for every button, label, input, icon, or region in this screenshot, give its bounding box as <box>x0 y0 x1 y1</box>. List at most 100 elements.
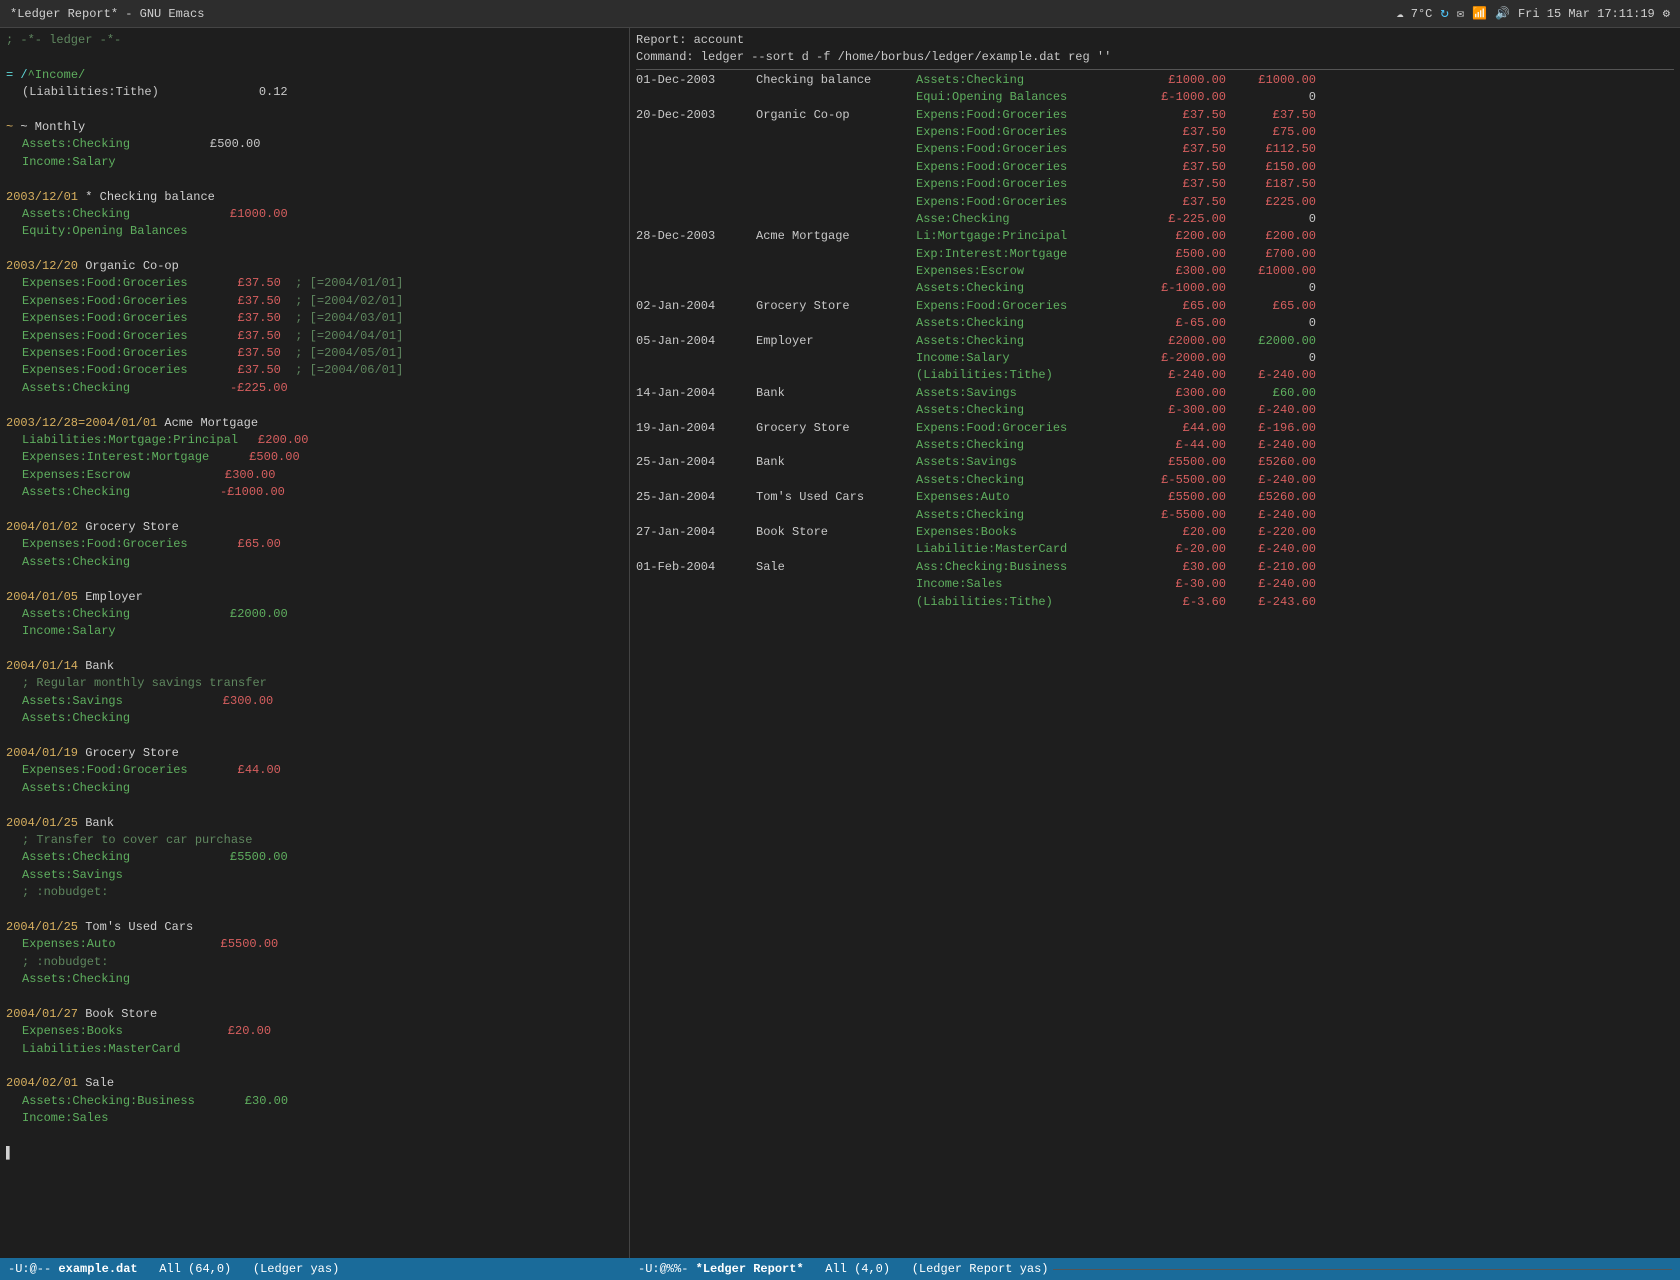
report-row: 28-Dec-2003Acme MortgageLi:Mortgage:Prin… <box>636 228 1674 245</box>
txn-sale-e1: Assets:Checking:Business £30.00 <box>6 1093 623 1110</box>
blank-line6 <box>6 502 623 519</box>
txn-grocery2-e1: Expenses:Food:Groceries £44.00 <box>6 762 623 779</box>
txn-grocery-e1: Expenses:Food:Groceries £65.00 <box>6 536 623 553</box>
txn-mortgage-e2: Expenses:Interest:Mortgage £500.00 <box>6 449 623 466</box>
report-row: Income:Salary£-2000.000 <box>636 350 1674 367</box>
report-row: Expens:Food:Groceries£37.50£187.50 <box>636 176 1674 193</box>
txn-bank-e2: Assets:Checking <box>6 710 623 727</box>
refresh-icon[interactable]: ↻ <box>1440 5 1448 22</box>
txn-employer-e2: Income:Salary <box>6 623 623 640</box>
salary-entry: Income:Salary <box>6 154 623 171</box>
left-mode: -U:@-- <box>8 1262 51 1276</box>
blank-line14 <box>6 1128 623 1145</box>
txn-2003-12-01: 2003/12/01 * Checking balance <box>6 189 623 206</box>
main-content: ; -*- ledger -*- = /^Income/ (Liabilitie… <box>0 28 1680 1258</box>
report-row: Expens:Food:Groceries£37.50£150.00 <box>636 159 1674 176</box>
statusbar-left: -U:@-- example.dat All (64,0) (Ledger ya… <box>0 1258 630 1280</box>
periodic-header: ~ ~ Monthly <box>6 119 623 136</box>
report-row: Assets:Checking£-5500.00£-240.00 <box>636 507 1674 524</box>
blank-line3 <box>6 171 623 188</box>
txn-2004-01-25-bank: 2004/01/25 Bank <box>6 815 623 832</box>
report-row: Exp:Interest:Mortgage£500.00£700.00 <box>636 246 1674 263</box>
report-row: 20-Dec-2003Organic Co-opExpens:Food:Groc… <box>636 107 1674 124</box>
txn-2003-12-01-entry1: Assets:Checking £1000.00 <box>6 206 623 223</box>
txn-bank2-e2: Assets:Savings <box>6 867 623 884</box>
tithe-entry: (Liabilities:Tithe) 0.12 <box>6 84 623 101</box>
txn-organic-e2: Expenses:Food:Groceries £37.50 ; [=2004/… <box>6 293 623 310</box>
datetime-display: Fri 15 Mar 17:11:19 <box>1518 7 1655 21</box>
right-all: All (4,0) <box>825 1262 890 1276</box>
txn-mortgage-e1: Liabilities:Mortgage:Principal £200.00 <box>6 432 623 449</box>
blank-line13 <box>6 1058 623 1075</box>
txn-2004-01-14: 2004/01/14 Bank <box>6 658 623 675</box>
blank-line7 <box>6 571 623 588</box>
window-title: *Ledger Report* - GNU Emacs <box>10 7 204 21</box>
txn-2004-01-25-cars: 2004/01/25 Tom's Used Cars <box>6 919 623 936</box>
txn-2004-01-19: 2004/01/19 Grocery Store <box>6 745 623 762</box>
txn-2004-01-05: 2004/01/05 Employer <box>6 589 623 606</box>
report-row: (Liabilities:Tithe)£-240.00£-240.00 <box>636 367 1674 384</box>
left-mode2: (Ledger yas) <box>253 1262 339 1276</box>
blank-line12 <box>6 988 623 1005</box>
txn-books-e2: Liabilities:MasterCard <box>6 1041 623 1058</box>
blank-line <box>6 49 623 66</box>
report-row: 01-Feb-2004SaleAss:Checking:Business£30.… <box>636 559 1674 576</box>
report-row: 01-Dec-2003Checking balanceAssets:Checki… <box>636 72 1674 89</box>
report-row: Assets:Checking£-44.00£-240.00 <box>636 437 1674 454</box>
blank-line11 <box>6 902 623 919</box>
report-row: (Liabilities:Tithe)£-3.60£-243.60 <box>636 594 1674 611</box>
report-row: 05-Jan-2004EmployerAssets:Checking£2000.… <box>636 333 1674 350</box>
titlebar: *Ledger Report* - GNU Emacs ☁ 7°C ↻ ✉ 📶 … <box>0 0 1680 28</box>
left-filename: example.dat <box>58 1262 137 1276</box>
blank-line2 <box>6 102 623 119</box>
report-row: Liabilitie:MasterCard£-20.00£-240.00 <box>636 541 1674 558</box>
txn-2003-12-01-entry2: Equity:Opening Balances <box>6 223 623 240</box>
volume-icon[interactable]: 🔊 <box>1495 6 1510 21</box>
txn-cars-e1: Expenses:Auto £5500.00 <box>6 936 623 953</box>
txn-mortgage-e3: Expenses:Escrow £300.00 <box>6 467 623 484</box>
report-row: Assets:Checking£-5500.00£-240.00 <box>636 472 1674 489</box>
txn-2004-01-27: 2004/01/27 Book Store <box>6 1006 623 1023</box>
income-rule-header: = /^Income/ <box>6 67 623 84</box>
left-editor-pane[interactable]: ; -*- ledger -*- = /^Income/ (Liabilitie… <box>0 28 630 1258</box>
report-row: 14-Jan-2004BankAssets:Savings£300.00£60.… <box>636 385 1674 402</box>
settings-icon[interactable]: ⚙ <box>1663 6 1670 21</box>
txn-organic-e3: Expenses:Food:Groceries £37.50 ; [=2004/… <box>6 310 623 327</box>
blank-line4 <box>6 241 623 258</box>
txn-grocery-e2: Assets:Checking <box>6 554 623 571</box>
email-icon[interactable]: ✉ <box>1457 6 1464 21</box>
weather-display: ☁ 7°C <box>1396 6 1432 21</box>
report-separator <box>636 69 1674 70</box>
report-row: Expens:Food:Groceries£37.50£225.00 <box>636 194 1674 211</box>
txn-organic-e4: Expenses:Food:Groceries £37.50 ; [=2004/… <box>6 328 623 345</box>
right-mode: -U:@%%- <box>638 1262 688 1276</box>
left-all: All (64,0) <box>159 1262 231 1276</box>
report-row: Assets:Checking£-65.000 <box>636 315 1674 332</box>
right-mode2: (Ledger Report yas) <box>912 1262 1049 1276</box>
txn-employer-e1: Assets:Checking £2000.00 <box>6 606 623 623</box>
blank-line9 <box>6 728 623 745</box>
report-entries: 01-Dec-2003Checking balanceAssets:Checki… <box>636 72 1674 611</box>
report-row: Expens:Food:Groceries£37.50£75.00 <box>636 124 1674 141</box>
cursor-line: ▌ <box>6 1145 623 1162</box>
report-title-line: Report: account <box>636 32 1674 49</box>
report-row: 25-Jan-2004BankAssets:Savings£5500.00£52… <box>636 454 1674 471</box>
txn-2003-12-20: 2003/12/20 Organic Co-op <box>6 258 623 275</box>
report-row: 19-Jan-2004Grocery StoreExpens:Food:Groc… <box>636 420 1674 437</box>
txn-2003-12-28: 2003/12/28=2004/01/01 Acme Mortgage <box>6 415 623 432</box>
txn-mortgage-e4: Assets:Checking -£1000.00 <box>6 484 623 501</box>
txn-bank2-comment: ; Transfer to cover car purchase <box>6 832 623 849</box>
txn-organic-e1: Expenses:Food:Groceries £37.50 ; [=2004/… <box>6 275 623 292</box>
txn-cars-e2: Assets:Checking <box>6 971 623 988</box>
report-row: 02-Jan-2004Grocery StoreExpens:Food:Groc… <box>636 298 1674 315</box>
right-filename: *Ledger Report* <box>696 1262 804 1276</box>
right-report-pane[interactable]: Report: account Command: ledger --sort d… <box>630 28 1680 1258</box>
report-row: 25-Jan-2004Tom's Used CarsExpenses:Auto£… <box>636 489 1674 506</box>
txn-organic-e6: Expenses:Food:Groceries £37.50 ; [=2004/… <box>6 362 623 379</box>
report-row: Assets:Checking£-300.00£-240.00 <box>636 402 1674 419</box>
txn-bank-comment: ; Regular monthly savings transfer <box>6 675 623 692</box>
txn-bank2-tag: ; :nobudget: <box>6 884 623 901</box>
txn-sale-e2: Income:Sales <box>6 1110 623 1127</box>
report-row: Equi:Opening Balances£-1000.000 <box>636 89 1674 106</box>
report-command-line: Command: ledger --sort d -f /home/borbus… <box>636 49 1674 66</box>
